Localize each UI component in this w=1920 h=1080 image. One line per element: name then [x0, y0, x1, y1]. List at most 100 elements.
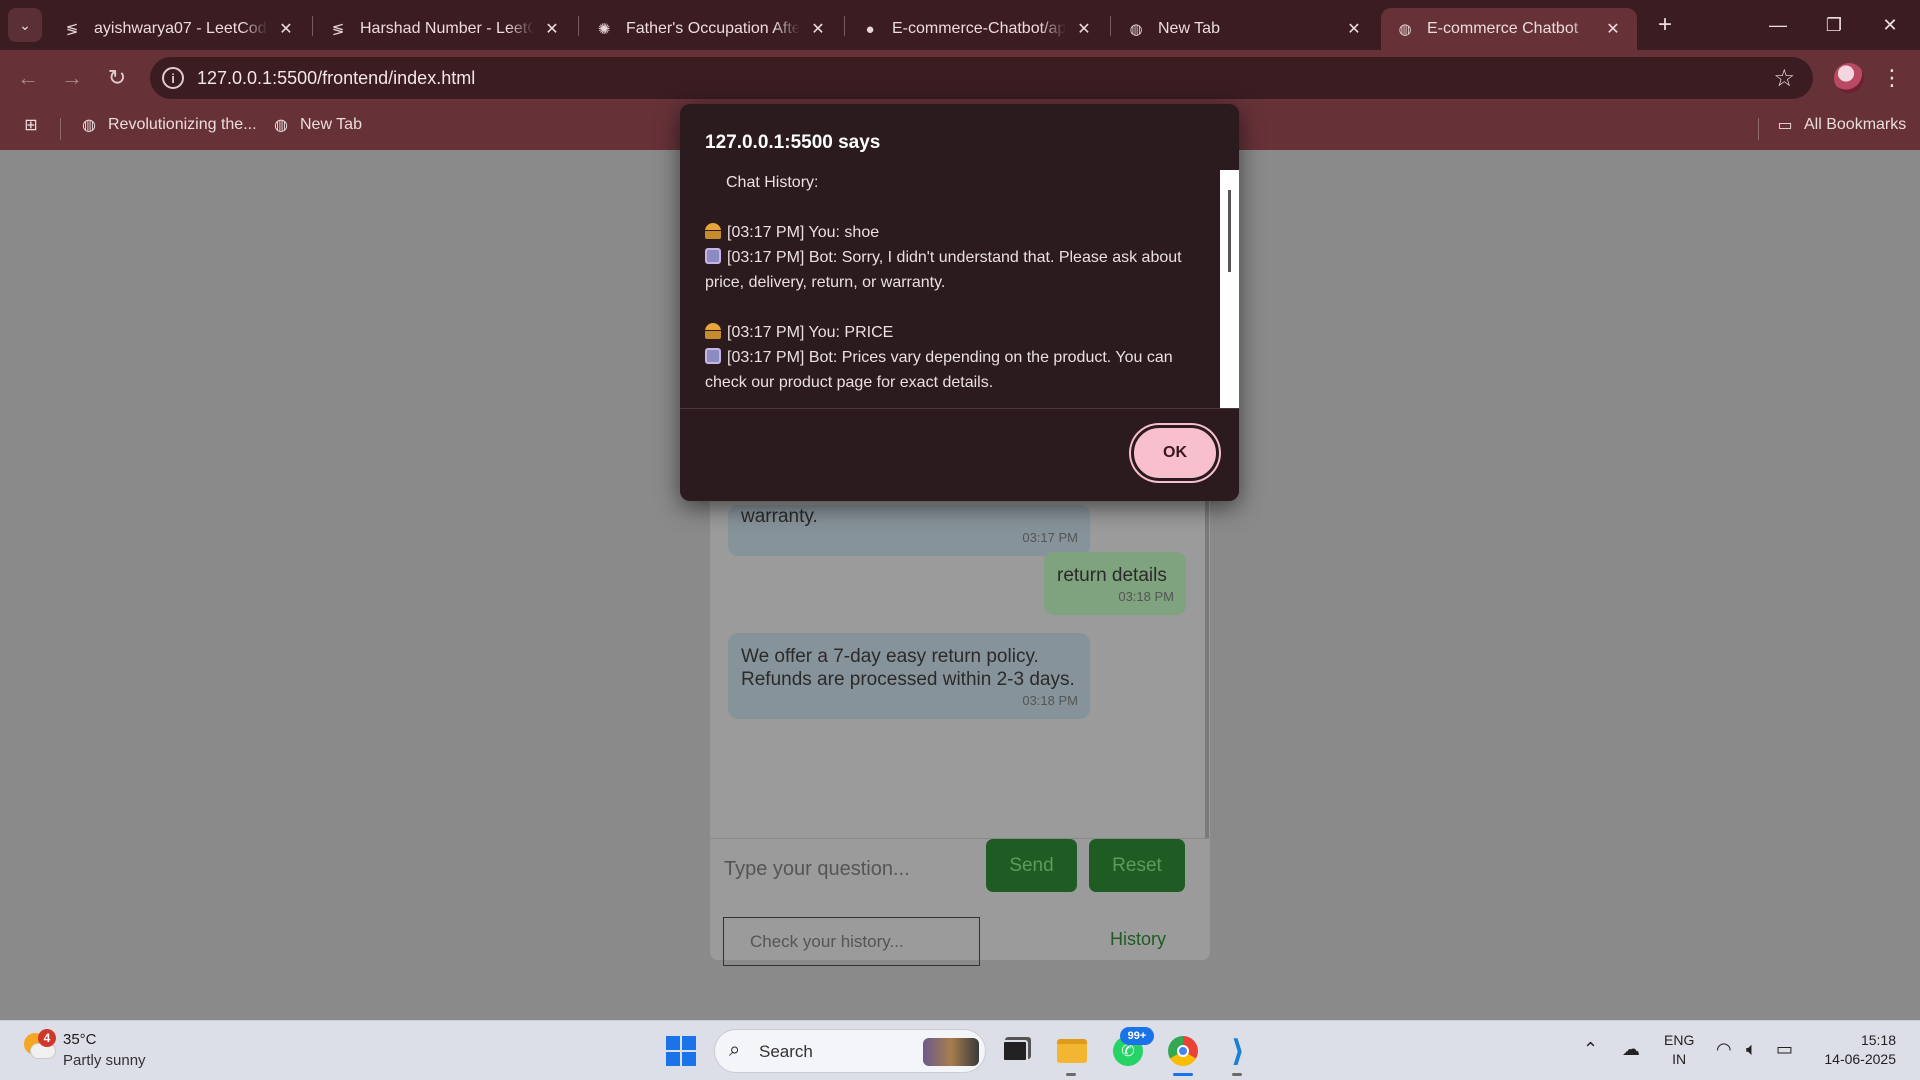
browser-menu-icon[interactable]: ⋮ — [1880, 62, 1904, 94]
dialog-scrollbar-thumb[interactable] — [1228, 190, 1231, 272]
site-info-icon[interactable]: i — [162, 67, 184, 89]
onedrive-icon[interactable]: ☁ — [1622, 1039, 1640, 1060]
close-icon[interactable]: ✕ — [276, 19, 296, 39]
message-text: return details — [1057, 565, 1167, 586]
window-close-button[interactable]: ✕ — [1862, 0, 1918, 50]
task-view-button[interactable] — [995, 1031, 1035, 1071]
folder-icon: ▭ — [1777, 117, 1793, 134]
tab-separator — [1110, 16, 1111, 36]
restore-icon: ❐ — [1825, 14, 1843, 35]
clock-time: 15:18 — [1860, 1032, 1896, 1048]
person-icon — [705, 223, 721, 239]
bookmark-new-tab[interactable]: ◍ New Tab — [272, 116, 362, 134]
clock[interactable]: 15:18 14-06-2025 — [1812, 1031, 1896, 1069]
close-icon[interactable]: ✕ — [1074, 19, 1094, 39]
taskbar-search[interactable]: ⌕ Search — [714, 1029, 986, 1073]
bookmark-label: Revolutionizing the... — [108, 116, 257, 133]
tab-title: Harshad Number - LeetCod — [360, 20, 534, 37]
close-icon[interactable]: ✕ — [542, 19, 562, 39]
history-button[interactable]: History — [1110, 929, 1166, 950]
tab-search-button[interactable]: ⌄ — [8, 8, 42, 42]
close-icon[interactable]: ✕ — [1344, 19, 1364, 39]
apps-grid-icon: ⊞ — [24, 117, 38, 134]
tab-separator — [844, 16, 845, 36]
tab-new-tab[interactable]: ◍ New Tab ✕ — [1112, 8, 1378, 50]
battery-icon[interactable]: ▭ — [1776, 1039, 1793, 1060]
search-icon: ⌕ — [729, 1039, 741, 1061]
chevron-up-icon[interactable]: ⌃ — [1583, 1039, 1598, 1060]
weather-temperature[interactable]: 35°C — [63, 1031, 97, 1048]
question-input[interactable] — [724, 849, 964, 889]
dialog-divider — [680, 408, 1239, 409]
url-text[interactable]: 127.0.0.1:5500/frontend/index.html — [197, 68, 475, 89]
globe-icon: ◍ — [274, 117, 288, 134]
close-icon[interactable]: ✕ — [1603, 19, 1623, 39]
globe-icon: ◍ — [1129, 21, 1143, 38]
bookmark-star-icon[interactable]: ☆ — [1773, 64, 1795, 93]
wifi-icon[interactable]: ◠ — [1716, 1039, 1732, 1060]
chevron-down-icon: ⌄ — [19, 16, 31, 33]
dialog-title: 127.0.0.1:5500 says — [705, 132, 881, 153]
message-time: 03:18 PM — [1118, 589, 1174, 604]
bookmark-revolutionizing[interactable]: ◍ Revolutionizing the... — [80, 116, 257, 134]
bookmark-separator — [1758, 118, 1759, 140]
message-time: 03:17 PM — [1022, 530, 1078, 545]
back-button[interactable]: ← — [12, 62, 44, 94]
tab-ecommerce-chatbot[interactable]: ◍ E-commerce Chatbot ✕ — [1381, 8, 1637, 50]
close-icon: ✕ — [1882, 14, 1898, 35]
message-text: We offer a 7-day easy return policy. Ref… — [741, 646, 1075, 690]
minimize-icon: — — [1769, 14, 1787, 35]
volume-icon[interactable]: 🔈︎ — [1746, 1039, 1757, 1060]
history-heading: Chat History: — [726, 174, 819, 191]
ok-button[interactable]: OK — [1131, 425, 1219, 481]
weather-badge: 4 — [38, 1029, 56, 1047]
tab-leetcode-profile[interactable]: ≶ ayishwarya07 - LeetCode P ✕ — [48, 8, 310, 50]
address-bar[interactable]: i 127.0.0.1:5500/frontend/index.html ☆ — [150, 57, 1813, 99]
message-text: warranty. — [741, 506, 818, 527]
tab-separator — [312, 16, 313, 36]
language-indicator[interactable]: ENG IN — [1664, 1031, 1694, 1069]
tab-strip: ⌄ ≶ ayishwarya07 - LeetCode P ✕ ≶ Harsha… — [0, 0, 1920, 50]
close-icon[interactable]: ✕ — [808, 19, 828, 39]
dialog-scrollbar[interactable] — [1220, 170, 1239, 408]
reset-button[interactable]: Reset — [1089, 839, 1185, 892]
bot-message: warranty. 03:17 PM — [728, 505, 1090, 556]
profile-avatar[interactable] — [1834, 63, 1864, 93]
plus-icon: + — [1657, 11, 1672, 38]
new-tab-button[interactable]: + — [1650, 10, 1680, 40]
chat-input-row: Send Reset — [710, 838, 1210, 898]
tab-github-repo[interactable]: ● E-commerce-Chatbot/app. ✕ — [846, 8, 1108, 50]
apps-grid-button[interactable]: ⊞ — [22, 116, 40, 134]
leetcode-icon: ≶ — [331, 21, 345, 38]
robot-icon — [705, 248, 721, 264]
globe-icon: ◍ — [1398, 21, 1412, 38]
reload-button[interactable]: ↻ — [101, 62, 133, 94]
globe-icon: ◍ — [82, 117, 96, 134]
forward-button[interactable]: → — [56, 62, 88, 94]
weather-description[interactable]: Partly sunny — [63, 1052, 146, 1069]
person-icon — [705, 323, 721, 339]
bookmark-separator — [60, 118, 61, 140]
restore-button[interactable]: ❐ — [1806, 0, 1862, 50]
chrome-button[interactable] — [1163, 1031, 1203, 1076]
arrow-right-icon: → — [61, 65, 83, 90]
all-bookmarks-label: All Bookmarks — [1804, 116, 1907, 133]
whatsapp-badge: 99+ — [1120, 1027, 1154, 1045]
start-button[interactable] — [666, 1036, 696, 1066]
minimize-button[interactable]: — — [1750, 0, 1806, 50]
region-code: IN — [1672, 1051, 1687, 1067]
history-entry: [03:17 PM] You: shoe — [727, 224, 880, 241]
tab-fathers-occupation[interactable]: ✺ Father's Occupation After L ✕ — [580, 8, 842, 50]
bookmark-label: New Tab — [300, 116, 362, 133]
tab-separator — [578, 16, 579, 36]
dialog-message: Chat History: [03:17 PM] You: shoe [03:1… — [705, 170, 1195, 408]
all-bookmarks-button[interactable]: ▭ All Bookmarks — [1776, 116, 1906, 134]
tab-title: E-commerce Chatbot — [1427, 20, 1579, 37]
tab-title: New Tab — [1158, 20, 1220, 37]
file-explorer-button[interactable] — [1052, 1031, 1092, 1076]
history-search-input[interactable] — [723, 917, 980, 966]
vscode-button[interactable]: ⟩ — [1218, 1031, 1258, 1076]
send-button[interactable]: Send — [986, 839, 1077, 892]
openai-icon: ✺ — [597, 21, 611, 38]
tab-harshad-number[interactable]: ≶ Harshad Number - LeetCod ✕ — [314, 8, 576, 50]
